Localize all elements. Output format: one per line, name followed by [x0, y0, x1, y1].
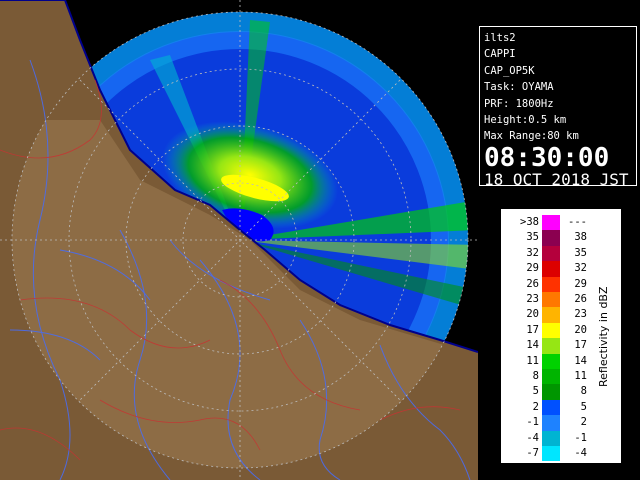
legend-lower-bound: 29: [526, 262, 539, 275]
legend-upper-bound: 32: [574, 262, 587, 275]
legend-lower-bound: >38: [520, 216, 539, 228]
legend-lower-bound: 32: [526, 246, 539, 259]
legend-swatch: [542, 261, 560, 277]
legend-swatch: [542, 338, 560, 354]
legend-lower-bound: 35: [526, 231, 539, 244]
legend-swatch: [542, 399, 560, 416]
legend-lower-bound: 26: [526, 277, 539, 290]
legend-upper-bound: 2: [580, 416, 587, 429]
legend-swatch: [542, 446, 560, 462]
legend-upper-bound: 35: [574, 246, 587, 259]
legend-swatch: [542, 369, 560, 385]
legend-swatch: [542, 245, 560, 262]
legend-upper-bound: 5: [580, 400, 587, 413]
date-display: 18 OCT 2018 JST: [484, 169, 629, 189]
legend-lower-bound: 2: [532, 400, 539, 413]
legend-lower-bound: 14: [526, 339, 539, 352]
legend-upper-bound: 26: [574, 293, 587, 305]
legend-upper-bound: 38: [574, 231, 587, 244]
legend-lower-bound: 23: [526, 293, 539, 305]
info-panel: ilts2 CAPPI CAP_OP5K Task: OYAMA PRF: 18…: [479, 26, 637, 189]
legend-swatch: [542, 230, 560, 246]
product-type: CAPPI: [484, 48, 516, 61]
radar-map: [0, 0, 478, 480]
legend-upper-bound: 8: [580, 385, 587, 398]
legend-swatch: [542, 322, 560, 339]
product-code: CAP_OP5K: [484, 64, 535, 77]
legend-title: Reflectivity in dBZ: [597, 286, 610, 388]
radar-name: ilts2: [484, 32, 516, 44]
legend-upper-bound: 17: [574, 339, 587, 352]
height-label: Height:0.5 km: [484, 114, 567, 127]
legend-lower-bound: 8: [532, 370, 539, 382]
time-display: 08:30:00: [484, 142, 610, 173]
legend-upper-bound: 11: [574, 370, 587, 382]
legend-lower-bound: -4: [526, 431, 539, 444]
legend-swatch: [542, 384, 560, 400]
legend-upper-bound: ---: [568, 216, 587, 228]
prf-label: PRF: 1800Hz: [484, 97, 554, 110]
legend-swatch: [542, 353, 560, 369]
legend-upper-bound: -1: [574, 431, 587, 444]
legend-lower-bound: -7: [526, 447, 539, 459]
legend-upper-bound: 20: [574, 323, 587, 336]
legend-upper-bound: 29: [574, 277, 587, 290]
legend-lower-bound: 17: [526, 323, 539, 336]
legend-upper-bound: -4: [574, 447, 587, 459]
legend-swatch: [542, 415, 560, 431]
legend-swatch: [542, 215, 560, 231]
legend-swatch: [542, 292, 560, 308]
task-label: Task: OYAMA: [484, 81, 554, 94]
legend-swatch: [542, 430, 560, 446]
legend-upper-bound: 23: [574, 308, 587, 321]
legend-lower-bound: 5: [532, 385, 539, 398]
color-legend: >38 --- 35 38 32 35 29 32 26 29 23 26 20 23 17 20 14 17 11…: [500, 208, 622, 464]
legend-swatch: [542, 276, 560, 292]
legend-upper-bound: 14: [574, 354, 587, 367]
legend-lower-bound: -1: [526, 416, 539, 429]
legend-swatch: [542, 307, 560, 323]
legend-lower-bound: 20: [526, 308, 539, 321]
legend-lower-bound: 11: [526, 354, 539, 367]
